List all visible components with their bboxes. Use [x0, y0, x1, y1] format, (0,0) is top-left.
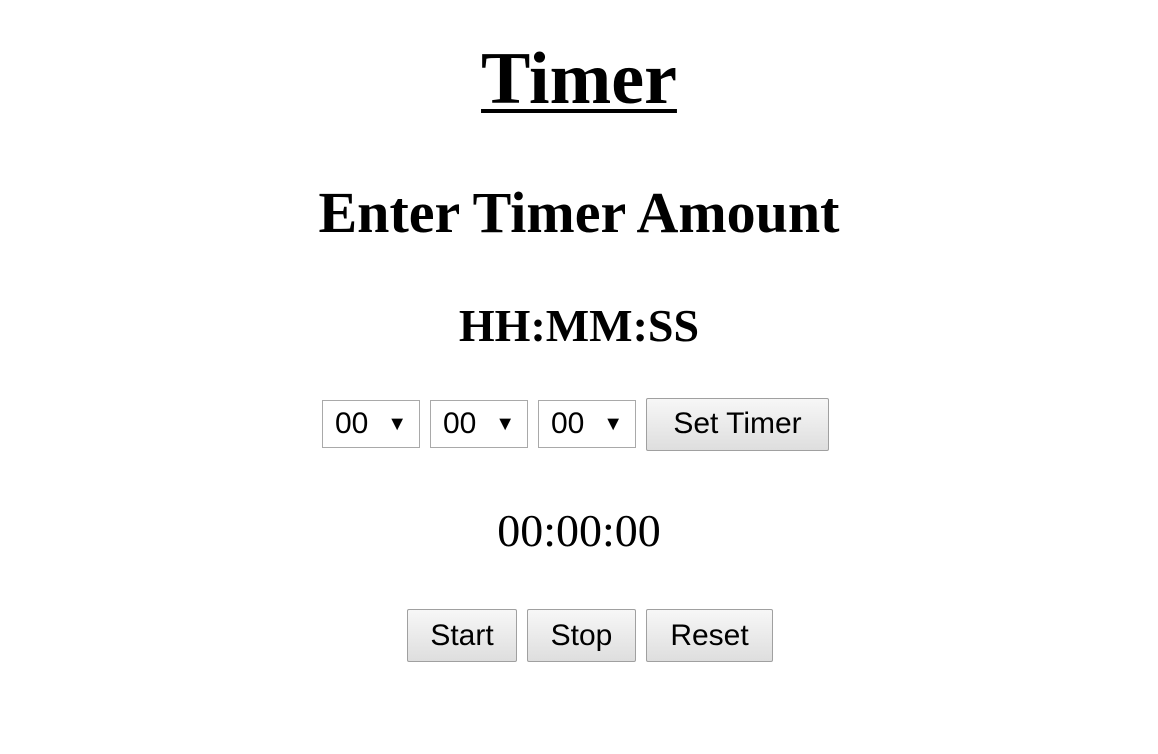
chevron-down-icon: ▼	[495, 413, 515, 435]
hours-select[interactable]: 00 ▼	[322, 400, 420, 448]
seconds-select[interactable]: 00 ▼	[538, 400, 636, 448]
timer-display: 00:00:00	[497, 505, 661, 556]
chevron-down-icon: ▼	[603, 413, 623, 435]
stop-button[interactable]: Stop	[527, 609, 636, 662]
time-format-label: HH:MM:SS	[458, 300, 700, 351]
page-title: Timer	[481, 38, 677, 120]
minutes-select-value: 00	[443, 407, 477, 440]
set-timer-button[interactable]: Set Timer	[646, 397, 829, 451]
minutes-select[interactable]: 00 ▼	[430, 400, 528, 448]
start-button[interactable]: Start	[407, 609, 517, 662]
page-subtitle: Enter Timer Amount	[318, 180, 840, 245]
hours-select-value: 00	[335, 407, 369, 440]
timer-action-row: Start Stop Reset	[407, 609, 783, 662]
chevron-down-icon: ▼	[387, 413, 407, 435]
reset-button[interactable]: Reset	[646, 609, 773, 662]
timer-input-row: 00 ▼ 00 ▼ 00 ▼ Set Timer	[322, 397, 829, 451]
seconds-select-value: 00	[551, 407, 585, 440]
